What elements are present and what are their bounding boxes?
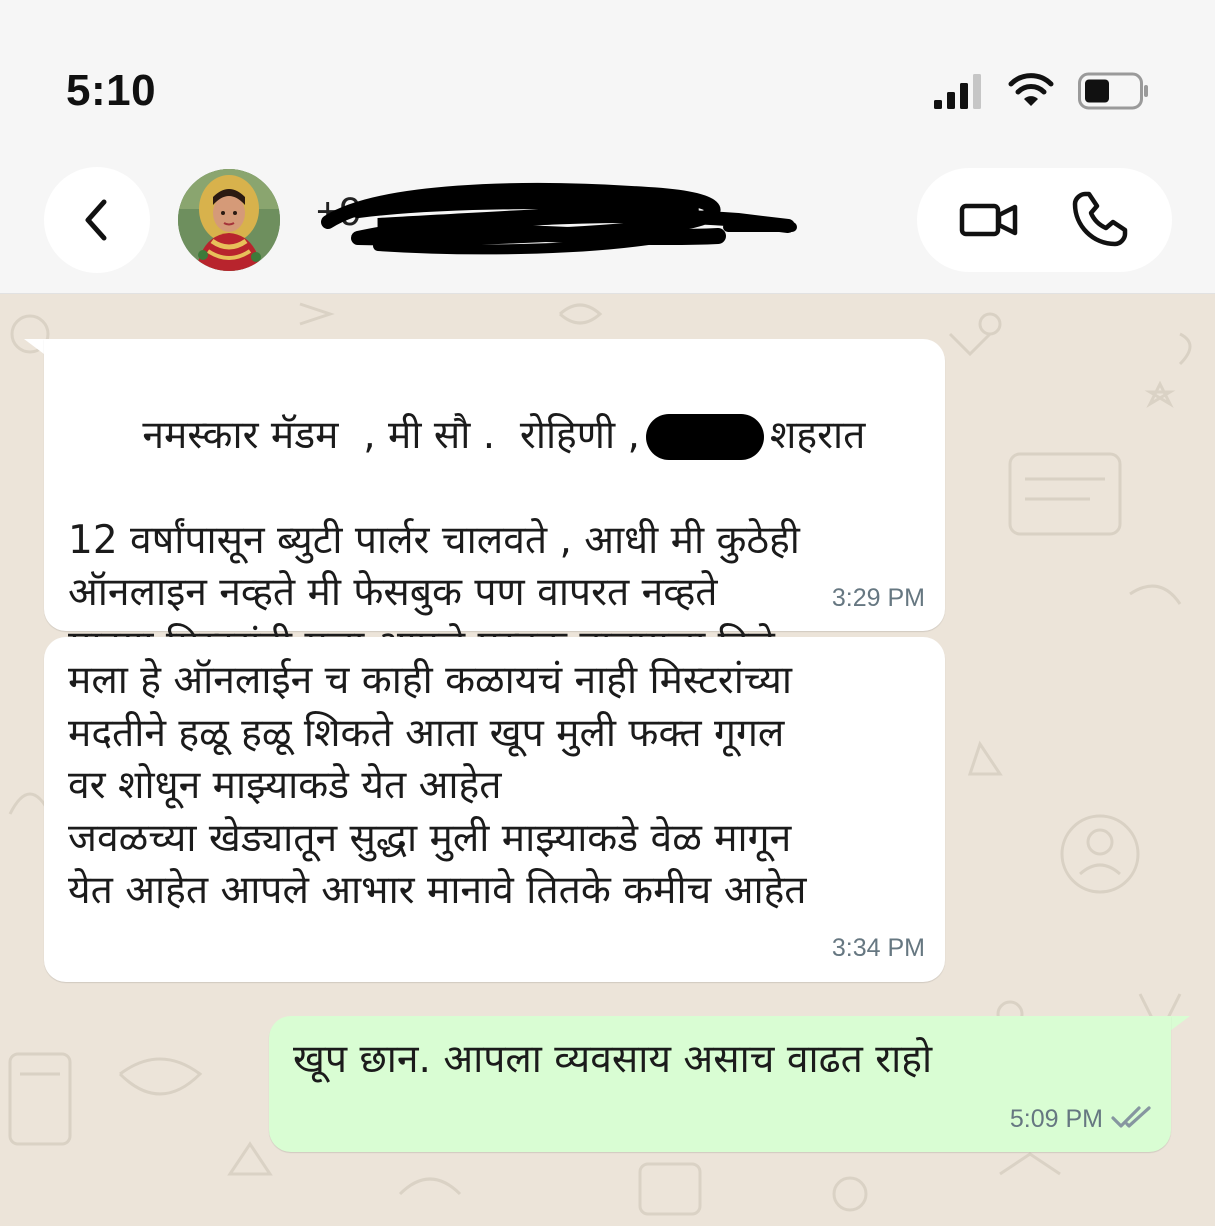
message-bubble-incoming[interactable]: नमस्कार मॅडम , मी सौ . रोहिणी , शहरात 12 … <box>44 339 945 668</box>
message-timestamp: 3:29 PM <box>831 584 925 612</box>
chevron-left-icon <box>85 199 107 241</box>
message-timestamp: 5:09 PM <box>1009 1105 1103 1133</box>
read-receipt-icon <box>1111 1106 1151 1128</box>
video-call-button[interactable] <box>959 198 1019 242</box>
voice-call-button[interactable] <box>1071 190 1129 248</box>
message-timestamp: 3:34 PM <box>831 934 925 962</box>
status-time: 5:10 <box>66 66 157 115</box>
chat-area[interactable]: नमस्कार मॅडम , मी सौ . रोहिणी , शहरात 12 … <box>0 294 1215 1226</box>
message-text-word: शहरात <box>769 412 866 458</box>
chat-header: +9 <box>0 150 1215 294</box>
message-text-line-start: नमस्कार मॅडम , मी सौ . रोहिणी , <box>142 412 640 458</box>
wifi-icon <box>1008 73 1054 106</box>
message-bubble-outgoing[interactable]: खूप छान. आपला व्यवसाय असाच वाढत राहो 5:0… <box>269 1016 1171 1152</box>
redaction-blob <box>645 414 764 460</box>
message-bubble-incoming[interactable]: मला हे ऑनलाईन च काही कळायचं नाही मिस्टरा… <box>44 637 945 982</box>
back-button[interactable] <box>44 167 150 273</box>
status-bar: 5:10 <box>0 0 1215 150</box>
call-actions <box>917 168 1172 272</box>
contact-photo <box>178 169 280 271</box>
cellular-signal-icon <box>934 74 981 109</box>
message-text: मला हे ऑनलाईन च काही कळायचं नाही मिस्टरा… <box>68 658 807 913</box>
battery-icon <box>1078 72 1148 110</box>
avatar[interactable] <box>178 169 280 271</box>
message-text: खूप छान. आपला व्यवसाय असाच वाढत राहो <box>293 1037 933 1082</box>
redaction-scribble <box>321 183 797 255</box>
